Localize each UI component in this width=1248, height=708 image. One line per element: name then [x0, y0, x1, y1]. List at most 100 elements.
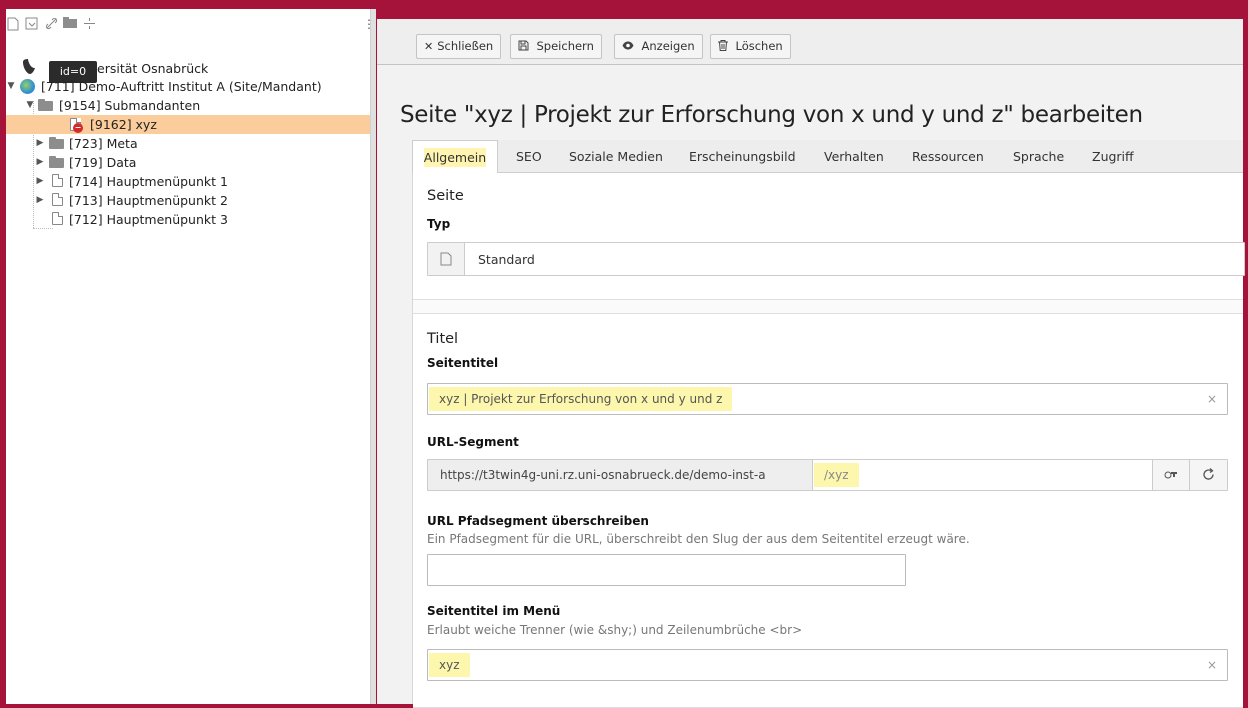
tab-seo[interactable]: SEO	[516, 140, 542, 173]
tab-social-media[interactable]: Soziale Medien	[569, 140, 663, 173]
tree-node-9154[interactable]: ▼ [9154] Submandanten	[6, 96, 376, 115]
collapsed-toggle-icon[interactable]: ▶	[35, 134, 45, 153]
tree-node-label: [719] Data	[69, 155, 137, 170]
divider-icon[interactable]	[82, 17, 96, 31]
type-select-value: Standard	[478, 252, 535, 267]
tab-behaviour[interactable]: Verhalten	[824, 140, 884, 173]
tree-node-label: [9154] Submandanten	[59, 98, 201, 113]
tree-node-label: [711] Demo-Auftritt Institut A (Site/Man…	[41, 79, 322, 94]
tab-label: SEO	[516, 149, 542, 164]
delete-button-label: Löschen	[735, 39, 783, 53]
type-label: Typ	[427, 217, 451, 231]
folder-icon	[49, 137, 64, 149]
url-prefix: https://t3twin4g-uni.rz.uni-osnabrueck.d…	[428, 460, 813, 490]
section-title: Titel	[427, 331, 459, 347]
page-icon	[52, 212, 63, 225]
menu-title-value: xyz	[429, 653, 470, 677]
tree-node-9162[interactable]: − [9162] xyz	[6, 115, 376, 134]
tab-allgemein[interactable]: Allgemein	[412, 140, 498, 174]
section-title: Seite	[427, 188, 464, 204]
page-title: Seite "xyz | Projekt zur Erforschung von…	[400, 102, 1143, 129]
typo3-logo-icon	[20, 59, 38, 77]
tab-access[interactable]: Zugriff	[1092, 140, 1134, 173]
url-segment-value: /xyz	[814, 463, 859, 487]
page-icon	[52, 193, 63, 206]
tree-node-label: [9162] xyz	[90, 117, 157, 132]
save-button[interactable]: Speichern	[510, 34, 602, 59]
close-button[interactable]: ✕ Schließen	[416, 34, 502, 59]
seitentitel-value: xyz | Projekt zur Erforschung von x und …	[429, 387, 733, 411]
override-label: URL Pfadsegment überschreiben	[427, 514, 649, 528]
menu-title-input[interactable]: xyz ×	[427, 649, 1228, 681]
page-icon	[428, 243, 465, 275]
tab-label: Ressourcen	[912, 149, 984, 164]
collapsed-toggle-icon[interactable]: ▶	[35, 153, 45, 172]
tab-label: Sprache	[1013, 149, 1065, 164]
recalculate-slug-button[interactable]	[1189, 460, 1227, 490]
tree-node-label: [723] Meta	[69, 136, 138, 151]
section-title-block: Titel Seitentitel xyz | Projekt zur Erfo…	[413, 313, 1243, 708]
view-button[interactable]: Anzeigen	[614, 34, 703, 59]
menu-title-description: Erlaubt weiche Trenner (wie &shy;) und Z…	[427, 623, 803, 637]
tab-label: Allgemein	[423, 148, 487, 167]
refresh-icon	[1203, 468, 1214, 480]
tree-node-label: [714] Hauptmenüpunkt 1	[69, 174, 228, 189]
type-select[interactable]: Standard	[427, 242, 1245, 276]
globe-icon	[20, 79, 35, 94]
page-hidden-icon: −	[70, 118, 83, 133]
tree-node-712[interactable]: [712] Hauptmenüpunkt 3	[6, 210, 376, 229]
tree-node-714[interactable]: ▶ [714] Hauptmenüpunkt 1	[6, 172, 376, 191]
seitentitel-input[interactable]: xyz | Projekt zur Erforschung von x und …	[427, 383, 1228, 415]
override-description: Ein Pfadsegment für die URL, überschreib…	[427, 532, 970, 546]
expanded-toggle-icon[interactable]: ▼	[25, 96, 35, 115]
trash-icon	[718, 40, 732, 53]
save-icon	[518, 40, 533, 53]
eye-icon	[622, 40, 638, 53]
tab-label: Verhalten	[824, 149, 884, 164]
view-button-label: Anzeigen	[641, 39, 695, 53]
tab-label: Erscheinungsbild	[689, 149, 796, 164]
unlock-edit-button[interactable]	[1152, 460, 1189, 490]
url-segment-label: URL-Segment	[427, 435, 519, 449]
seitentitel-label: Seitentitel	[427, 356, 499, 370]
delete-button[interactable]: Löschen	[710, 34, 791, 59]
tree-node-713[interactable]: ▶ [713] Hauptmenüpunkt 2	[6, 191, 376, 210]
page-icon	[52, 174, 63, 187]
link-icon[interactable]	[44, 17, 58, 31]
tree-node-label: [712] Hauptmenüpunkt 3	[69, 212, 228, 227]
collapsed-toggle-icon[interactable]: ▶	[35, 172, 45, 191]
override-input[interactable]	[427, 554, 906, 586]
content-area: ✕ Schließen Speichern Anzeigen Löschen Se…	[377, 19, 1245, 708]
new-page-icon[interactable]	[6, 17, 20, 31]
new-content-icon[interactable]	[24, 17, 38, 31]
tree-root-label: ersität Osnabrück	[97, 61, 209, 76]
collapsed-toggle-icon[interactable]: ▶	[35, 191, 45, 210]
folder-icon	[49, 156, 64, 168]
tree-node-723[interactable]: ▶ [723] Meta	[6, 134, 376, 153]
page-tree-panel: ⋮ ersität Osnabrück id=0 ▼ [711] Demo-Au…	[6, 9, 376, 704]
section-page: Seite Typ Standard	[413, 173, 1245, 300]
tree-resize-handle[interactable]	[370, 9, 376, 704]
close-icon: ✕	[424, 40, 434, 53]
menu-title-label: Seitentitel im Menü	[427, 604, 561, 618]
doc-header-toolbar: ✕ Schließen Speichern Anzeigen Löschen	[377, 19, 1243, 65]
save-button-label: Speichern	[536, 39, 594, 53]
tab-bar: Allgemein SEO Soziale Medien Erscheinung…	[412, 140, 1243, 174]
tab-label: Zugriff	[1092, 149, 1134, 164]
folder-icon	[38, 99, 53, 111]
tree-node-711[interactable]: ▼ [711] Demo-Auftritt Institut A (Site/M…	[6, 77, 376, 96]
tree-toolbar: ⋮	[6, 9, 376, 39]
tree-node-label: [713] Hauptmenüpunkt 2	[69, 193, 228, 208]
tab-label: Soziale Medien	[569, 149, 663, 164]
clear-icon[interactable]: ×	[1207, 658, 1217, 672]
tab-language[interactable]: Sprache	[1013, 140, 1064, 173]
close-button-label: Schließen	[437, 39, 494, 53]
folder-icon[interactable]	[63, 17, 77, 31]
tab-resources[interactable]: Ressourcen	[912, 140, 984, 173]
expanded-toggle-icon[interactable]: ▼	[6, 77, 16, 96]
edit-slug-icon	[1164, 471, 1177, 479]
tree-node-719[interactable]: ▶ [719] Data	[6, 153, 376, 172]
url-segment-field: https://t3twin4g-uni.rz.uni-osnabrueck.d…	[427, 459, 1228, 491]
tab-appearance[interactable]: Erscheinungsbild	[689, 140, 796, 173]
clear-icon[interactable]: ×	[1207, 392, 1217, 406]
